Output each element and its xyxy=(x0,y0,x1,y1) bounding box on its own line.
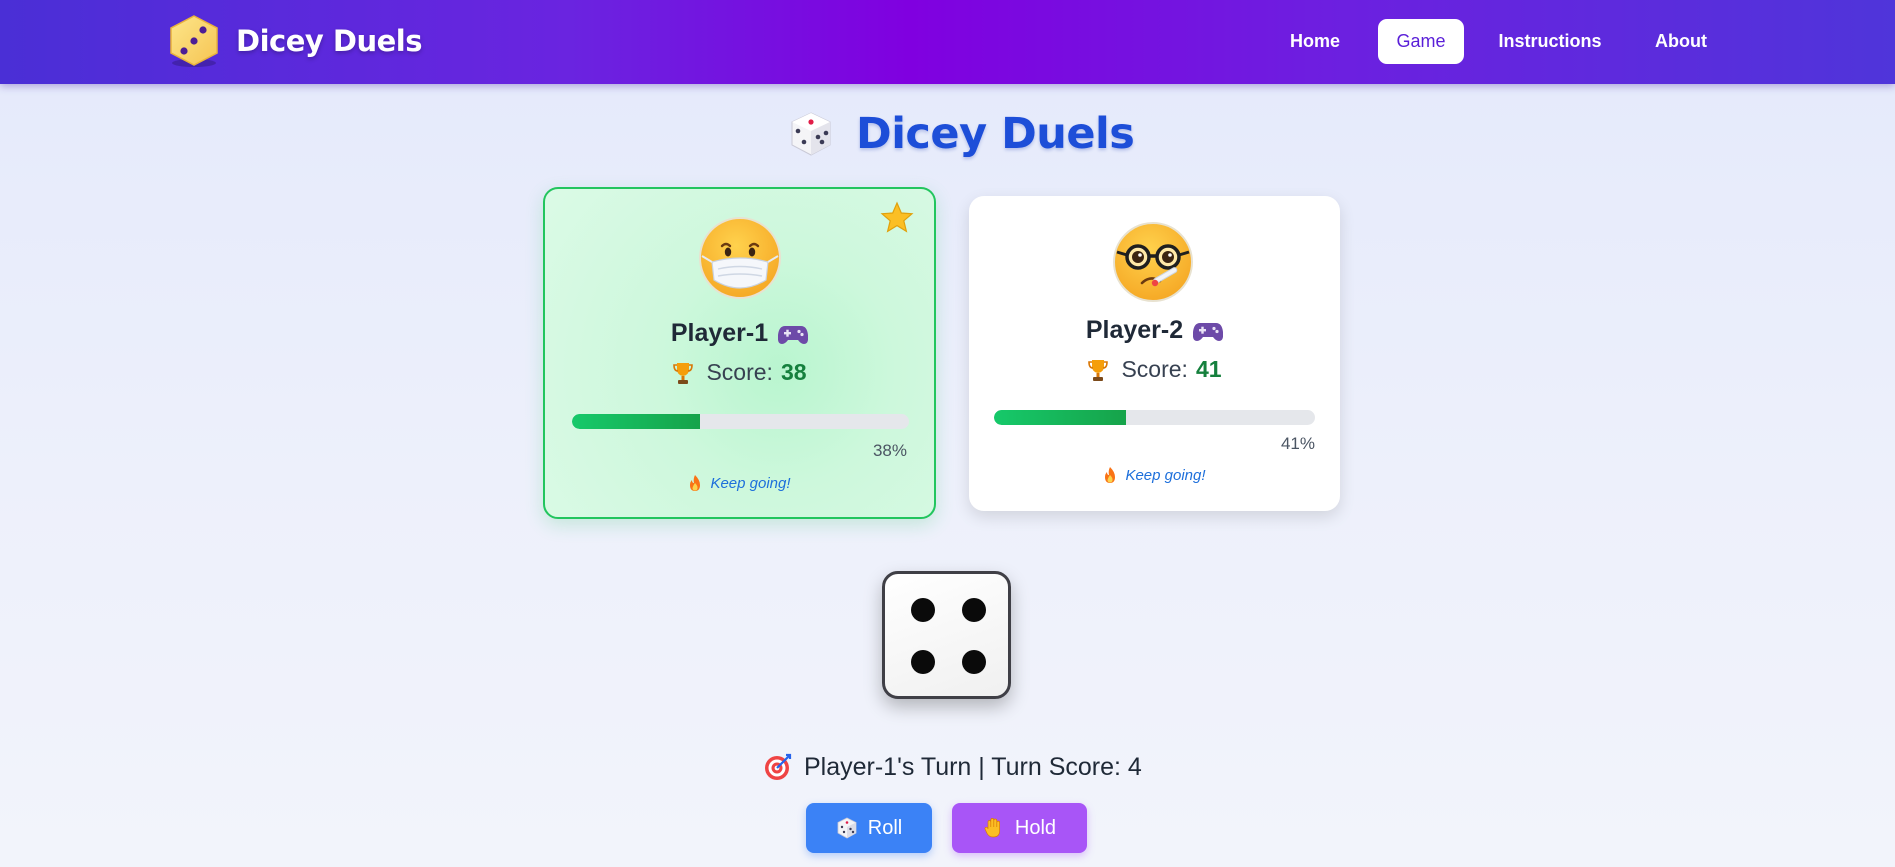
dice-pip xyxy=(911,650,935,674)
brand-name: Dicey Duels xyxy=(236,24,422,58)
score-label: Score: xyxy=(1121,356,1188,382)
score-row: Score: 38 xyxy=(545,359,934,386)
raised-hand-icon xyxy=(984,818,1000,838)
turn-status-text: Player-1's Turn | Turn Score: 4 xyxy=(804,752,1142,781)
nerd-face-with-thermometer-icon xyxy=(1113,222,1193,302)
score-progress-label: 38% xyxy=(872,441,907,460)
dice-face xyxy=(882,571,1011,699)
target-icon xyxy=(765,753,792,780)
dice-pip xyxy=(962,650,986,674)
dice-pip xyxy=(911,598,935,622)
hold-button-label: Hold xyxy=(1014,816,1057,839)
star-icon xyxy=(880,201,914,233)
nav-about-link[interactable]: About xyxy=(1646,19,1716,64)
score-progress-fill xyxy=(572,414,701,429)
score-value: 38 xyxy=(780,359,807,385)
encouragement-row: Keep going! xyxy=(969,466,1340,484)
page-title: Dicey Duels xyxy=(786,104,1135,164)
player-name-row: Player-1 xyxy=(545,319,934,348)
gamepad-icon xyxy=(778,325,809,344)
fire-icon xyxy=(1105,467,1116,483)
player-name: Player-1 xyxy=(670,319,769,347)
encouragement-row: Keep going! xyxy=(545,474,934,492)
roll-button[interactable]: Roll xyxy=(806,803,932,853)
trophy-icon xyxy=(673,362,694,384)
top-navbar: Dicey Duels Home Game Instructions About xyxy=(0,0,1895,84)
player-name: Player-2 xyxy=(1085,316,1184,344)
gamepad-icon xyxy=(1193,322,1224,341)
score-row: Score: 41 xyxy=(969,356,1340,383)
trophy-icon xyxy=(1088,359,1109,381)
face-with-medical-mask-icon xyxy=(699,217,781,299)
score-progress-bar xyxy=(572,414,909,429)
turn-status: Player-1's Turn | Turn Score: 4 xyxy=(764,748,1142,786)
dice-logo-icon xyxy=(170,15,218,67)
nav-game-link[interactable]: Game xyxy=(1378,19,1464,64)
page-title-text: Dicey Duels xyxy=(856,109,1135,159)
brand[interactable]: Dicey Duels xyxy=(166,13,422,69)
roll-button-label: Roll xyxy=(867,816,903,839)
player-2-card: Player-2 Score: 41 41% Keep going! xyxy=(969,196,1340,511)
score-progress-bar xyxy=(994,410,1315,425)
player-name-row: Player-2 xyxy=(969,316,1340,345)
nav-home-link[interactable]: Home xyxy=(1280,19,1350,64)
player-1-card: Player-1 Score: 38 38% Keep going! xyxy=(543,187,936,519)
dice-icon xyxy=(791,112,831,156)
score-value: 41 xyxy=(1195,356,1222,382)
encouragement-text: Keep going! xyxy=(710,474,791,492)
score-progress-fill xyxy=(994,410,1126,425)
dice-icon xyxy=(837,817,857,839)
dice-pip xyxy=(962,598,986,622)
fire-icon xyxy=(690,475,701,491)
score-label: Score: xyxy=(706,359,773,385)
encouragement-text: Keep going! xyxy=(1125,466,1206,484)
score-progress-label: 41% xyxy=(1280,434,1315,453)
nav-instructions-link[interactable]: Instructions xyxy=(1494,19,1606,64)
hold-button[interactable]: Hold xyxy=(952,803,1087,853)
